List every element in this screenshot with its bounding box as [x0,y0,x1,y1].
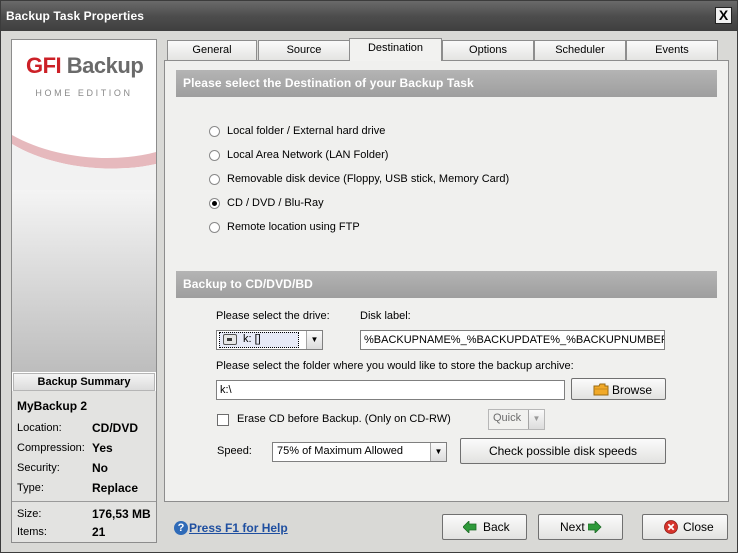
close-button[interactable]: Close [642,514,728,540]
arrow-left-icon [463,521,477,533]
next-button[interactable]: Next [538,514,623,540]
title-bar[interactable]: Backup Task Properties X [1,1,737,31]
tab-events[interactable]: Events [626,40,718,60]
summary-type-value: Replace [92,481,139,495]
close-window-icon[interactable]: X [715,7,732,24]
chevron-down-icon[interactable]: ▼ [430,443,446,461]
radio-button-checked[interactable] [209,198,220,209]
radio-button[interactable] [209,126,220,137]
summary-compression-label: Compression: [17,442,85,454]
backup-task-properties-window: Backup Task Properties X GFI Backup HOME… [0,0,738,553]
summary-divider [12,501,156,502]
tab-general[interactable]: General [167,40,257,60]
radio-button[interactable] [209,222,220,233]
tab-destination[interactable]: Destination [349,38,442,61]
speed-select[interactable]: 75% of Maximum Allowed ▼ [272,442,447,462]
close-icon [664,520,678,534]
speed-select-value: 75% of Maximum Allowed [277,445,403,457]
gfi-backup-logo: GFI Backup HOME EDITION [12,40,156,190]
tab-scheduler[interactable]: Scheduler [534,40,626,60]
disk-label-label: Disk label: [360,310,411,322]
radio-button[interactable] [209,150,220,161]
destination-section-header: Please select the Destination of your Ba… [176,70,717,97]
cd-drive-icon [223,334,237,345]
radio-remote-ftp-label: Remote location using FTP [227,221,360,233]
summary-size-label: Size: [17,508,42,520]
radio-removable-disk-label: Removable disk device (Floppy, USB stick… [227,173,510,185]
arrow-right-icon [588,521,602,533]
summary-size-value: 176,53 MB [92,507,151,521]
radio-local-folder-label: Local folder / External hard drive [227,125,386,137]
drive-select[interactable]: k: [] ▼ [216,330,323,350]
summary-location-label: Location: [17,422,62,434]
erase-cd-checkbox[interactable] [217,414,229,426]
radio-button[interactable] [209,174,220,185]
logo-swoosh [12,135,156,190]
disk-label-input[interactable]: %BACKUPNAME%_%BACKUPDATE%_%BACKUPNUMBER% [360,330,665,350]
chevron-down-icon[interactable]: ▼ [528,410,544,429]
erase-mode-value: Quick [493,412,522,424]
summary-compression-value: Yes [92,441,113,455]
summary-location-value: CD/DVD [92,421,139,435]
drive-select-value: k: [] [243,333,261,345]
summary-type-label: Type: [17,482,44,494]
help-icon[interactable]: ? [174,521,188,535]
folder-input[interactable]: k:\ [216,380,565,400]
cd-section-header: Backup to CD/DVD/BD [176,271,717,298]
summary-security-value: No [92,461,108,475]
chevron-down-icon[interactable]: ▼ [306,331,322,349]
back-button-label: Back [483,520,510,534]
back-button[interactable]: Back [442,514,527,540]
speed-label: Speed: [217,445,252,457]
tab-source[interactable]: Source [258,40,350,60]
radio-lan-folder-label: Local Area Network (LAN Folder) [227,149,389,161]
folder-label: Please select the folder where you would… [216,360,574,372]
browse-button-label: Browse [612,383,653,397]
radio-cd-dvd-bluray-label: CD / DVD / Blu-Ray [227,197,324,209]
left-panel: GFI Backup HOME EDITION Backup Summary M… [11,39,157,543]
check-disk-speeds-button[interactable]: Check possible disk speeds [460,438,666,464]
summary-backup-name: MyBackup 2 [17,399,88,413]
summary-items-label: Items: [17,526,47,538]
backup-summary: MyBackup 2 Location: CD/DVD Compression:… [12,391,156,542]
drive-label: Please select the drive: [216,310,330,322]
erase-mode-select[interactable]: Quick ▼ [488,409,545,430]
summary-items-value: 21 [92,525,106,539]
tab-options[interactable]: Options [442,40,534,60]
window-title: Backup Task Properties [6,9,145,23]
next-button-label: Next [560,520,585,534]
left-panel-background [12,190,156,372]
folder-icon [593,383,609,396]
summary-security-label: Security: [17,462,60,474]
backup-summary-header: Backup Summary [13,373,155,391]
close-button-label: Close [683,520,714,534]
browse-button[interactable]: Browse [571,378,666,400]
erase-cd-label: Erase CD before Backup. (Only on CD-RW) [237,413,451,425]
destination-tab-panel: Please select the Destination of your Ba… [164,60,729,502]
help-link[interactable]: Press F1 for Help [189,521,288,535]
